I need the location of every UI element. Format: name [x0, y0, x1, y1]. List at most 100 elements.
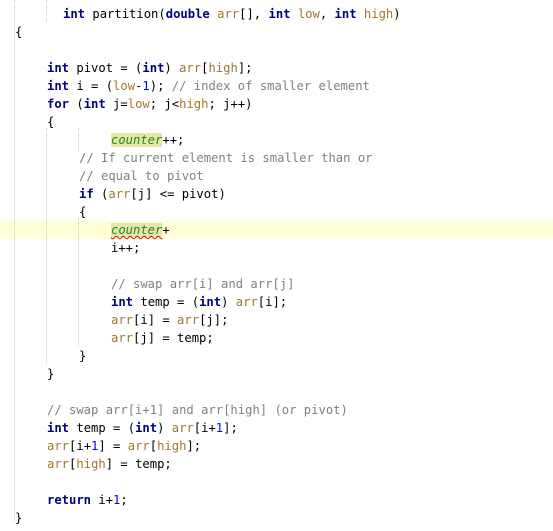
code-token: ];	[237, 61, 253, 75]
code-text: // equal to pivot	[79, 167, 204, 185]
parameter-token: high	[208, 61, 238, 75]
code-line[interactable]	[0, 257, 553, 275]
keyword-token: if	[79, 187, 94, 201]
parameter-token: arr	[127, 439, 150, 453]
code-line[interactable]: int temp = (int) arr[i+1];	[0, 419, 553, 437]
code-text: // swap arr[i] and arr[j]	[111, 275, 294, 293]
keyword-token: int	[334, 7, 357, 21]
code-line[interactable]: arr[j] = temp;	[0, 329, 553, 347]
code-line[interactable]: arr[i+1] = arr[high];	[0, 437, 553, 455]
code-line[interactable]: int partition(double arr[], int low, int…	[0, 5, 553, 23]
code-line[interactable]: if (arr[j] <= pivot)	[0, 185, 553, 203]
code-token: ] =	[98, 439, 128, 453]
code-line[interactable]: int i = (low-1); // index of smaller ele…	[0, 77, 553, 95]
code-token: }	[47, 367, 55, 381]
indent-guide	[78, 218, 79, 346]
code-token: (	[69, 97, 84, 111]
code-token: {	[47, 115, 55, 129]
keyword-token: int	[47, 61, 70, 75]
parameter-token: arr	[47, 439, 70, 453]
code-line[interactable]: {	[0, 203, 553, 221]
code-editor[interactable]: int partition(double arr[], int low, int…	[0, 0, 553, 531]
code-text: // If current element is smaller than or	[79, 149, 373, 167]
code-line[interactable]: arr[high] = temp;	[0, 455, 553, 473]
number-token: 1	[142, 79, 150, 93]
code-text: }	[15, 509, 22, 527]
keyword-token: int	[135, 421, 158, 435]
code-text: counter++;	[111, 131, 184, 149]
code-line[interactable]: // swap arr[i+1] and arr[high] (or pivot…	[0, 401, 553, 419]
code-token: temp = (	[133, 295, 200, 309]
code-token: )	[157, 421, 172, 435]
code-text: int i = (low-1); // index of smaller ele…	[47, 77, 370, 95]
code-line[interactable]: }	[0, 509, 553, 527]
code-token: ] = temp;	[105, 457, 172, 471]
code-line[interactable]	[0, 383, 553, 401]
code-token: ; j++)	[208, 97, 253, 111]
keyword-token: int	[47, 421, 70, 435]
code-token: [j] = temp;	[133, 331, 214, 345]
code-line[interactable]	[0, 41, 553, 59]
parameter-token: high	[179, 97, 209, 111]
code-token: [i+	[193, 421, 216, 435]
code-line[interactable]: i++;	[0, 239, 553, 257]
code-line[interactable]: int temp = (int) arr[i];	[0, 293, 553, 311]
code-line[interactable]: {	[0, 113, 553, 131]
current-code-line[interactable]: counter+	[0, 221, 553, 239]
code-text: {	[15, 23, 22, 41]
code-token: );	[149, 79, 172, 93]
comment-token: // swap arr[i] and arr[j]	[111, 277, 295, 291]
parameter-token: arr	[217, 7, 240, 21]
code-token: {	[15, 25, 23, 39]
keyword-token: int	[83, 97, 106, 111]
code-token: [i+	[69, 439, 92, 453]
code-token: )	[164, 61, 180, 75]
code-token: i+	[91, 493, 114, 507]
code-token: ];	[186, 439, 202, 453]
code-text: }	[47, 365, 54, 383]
code-line[interactable]: // equal to pivot	[0, 167, 553, 185]
parameter-token: arr	[179, 61, 202, 75]
code-line[interactable]	[0, 473, 553, 491]
code-line[interactable]: int pivot = (int) arr[high];	[0, 59, 553, 77]
code-token: i++;	[111, 241, 141, 255]
parameter-token: arr	[47, 457, 70, 471]
comment-token: // swap arr[i+1] and arr[high] (or pivot…	[47, 403, 348, 417]
code-text: // swap arr[i+1] and arr[high] (or pivot…	[47, 401, 348, 419]
code-line[interactable]: return i+1;	[0, 491, 553, 509]
code-text: arr[high] = temp;	[47, 455, 172, 473]
code-line[interactable]: // If current element is smaller than or	[0, 149, 553, 167]
code-token: ;	[120, 493, 128, 507]
comment-token: // equal to pivot	[79, 169, 204, 183]
parameter-token: high	[363, 7, 394, 21]
code-line[interactable]: {	[0, 23, 553, 41]
code-text: if (arr[j] <= pivot)	[79, 185, 226, 203]
code-text: for (int j=low; j<high; j++)	[47, 95, 253, 113]
code-text: return i+1;	[47, 491, 128, 509]
code-line[interactable]: counter++;	[0, 131, 553, 149]
parameter-token: low	[113, 79, 136, 93]
code-token: ];	[223, 421, 238, 435]
code-token: [i];	[257, 295, 288, 309]
indent-guide	[46, 0, 47, 22]
code-token: )	[221, 295, 236, 309]
code-text: }	[79, 347, 86, 365]
parameter-token: arr	[171, 421, 194, 435]
parameter-token: arr	[108, 187, 131, 201]
code-line[interactable]: for (int j=low; j<high; j++)	[0, 95, 553, 113]
indent-guide	[14, 0, 15, 522]
code-text: int temp = (int) arr[i];	[111, 293, 287, 311]
code-token: [	[149, 439, 158, 453]
indent-guide	[46, 128, 47, 364]
code-line[interactable]: // swap arr[i] and arr[j]	[0, 275, 553, 293]
code-line[interactable]: }	[0, 365, 553, 383]
code-line[interactable]: arr[i] = arr[j];	[0, 311, 553, 329]
code-line[interactable]: }	[0, 347, 553, 365]
parameter-token: arr	[235, 295, 258, 309]
code-token: +	[162, 223, 170, 237]
code-token: i = (	[69, 79, 114, 93]
code-token: }	[15, 511, 23, 525]
code-text: {	[47, 113, 54, 131]
indent-guide	[78, 128, 79, 152]
